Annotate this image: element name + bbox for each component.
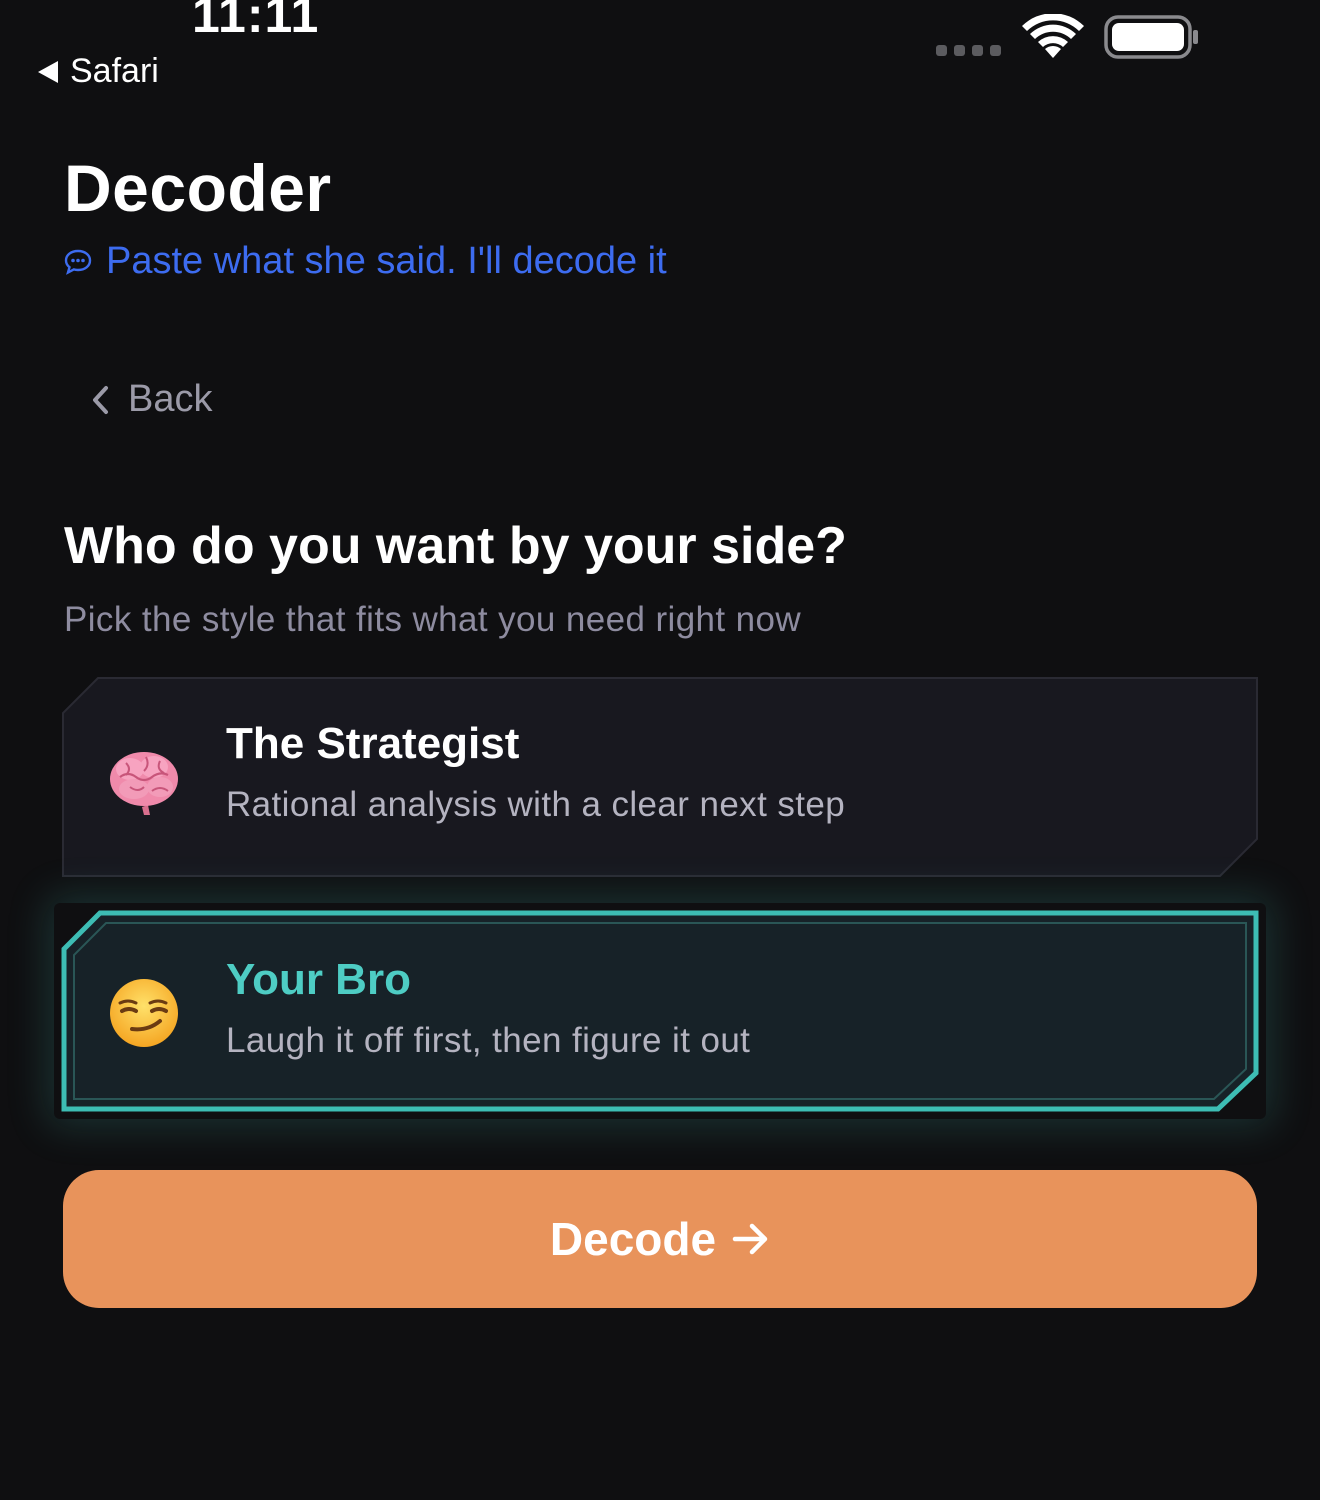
brain-emoji-icon — [110, 752, 178, 815]
question-subtitle: Pick the style that fits what you need r… — [64, 600, 802, 639]
option-title: Your Bro — [226, 955, 411, 1004]
option-description: Laugh it off first, then figure it out — [226, 1021, 751, 1060]
option-description: Rational analysis with a clear next step — [226, 785, 846, 824]
back-label: Back — [128, 378, 213, 420]
option-card-strategist[interactable]: The Strategist Rational analysis with a … — [62, 677, 1258, 877]
subtitle-text: Paste what she said. I'll decode it — [106, 240, 667, 282]
decode-button[interactable]: Decode — [63, 1170, 1257, 1308]
wifi-icon — [1022, 14, 1084, 58]
question-title: Who do you want by your side? — [64, 517, 847, 575]
chevron-left-icon — [93, 385, 108, 414]
battery-icon — [1104, 15, 1198, 59]
status-time: 11:11 — [192, 0, 320, 43]
page-subtitle: Paste what she said. I'll decode it — [64, 240, 667, 283]
back-button[interactable]: Back — [90, 378, 212, 421]
back-to-app-button[interactable]: Safari — [38, 52, 159, 91]
option-title: The Strategist — [226, 719, 520, 768]
smirking-face-emoji-icon — [110, 979, 178, 1047]
page-title: Decoder — [64, 151, 332, 225]
option-card-your-bro[interactable]: Your Bro Laugh it off first, then figure… — [61, 910, 1259, 1112]
arrow-right-icon — [732, 1223, 768, 1255]
card-frame — [62, 677, 1258, 877]
decode-label: Decode — [549, 1213, 717, 1265]
back-triangle-icon — [38, 60, 58, 83]
card-frame-selected — [61, 910, 1259, 1112]
back-app-label: Safari — [70, 52, 159, 90]
cellular-signal-icon — [936, 45, 1001, 56]
chat-bubble-icon — [64, 249, 92, 275]
